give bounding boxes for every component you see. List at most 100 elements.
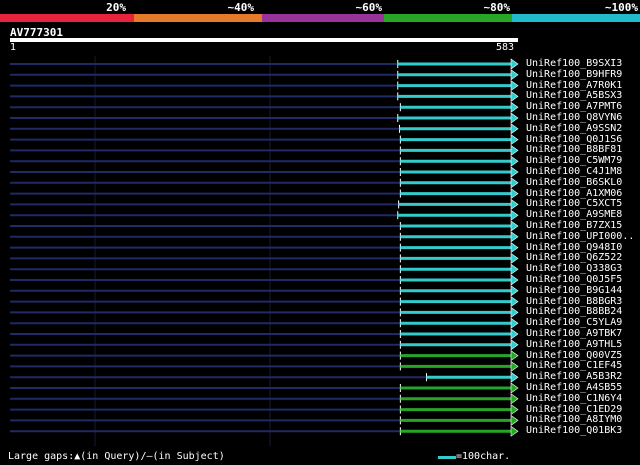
hit-label-link[interactable]: UniRef100_Q338G3 bbox=[526, 263, 622, 274]
hit-arrow-icon bbox=[510, 404, 519, 416]
hit-label-link[interactable]: UniRef100_B9SXI3 bbox=[526, 58, 622, 69]
hit-row[interactable] bbox=[10, 144, 519, 156]
hit-arrow-icon bbox=[510, 134, 519, 146]
hit-arrow-icon bbox=[510, 220, 519, 232]
hit-row[interactable] bbox=[10, 274, 519, 286]
hit-label-link[interactable]: UniRef100_Q8VYN6 bbox=[526, 112, 622, 123]
hit-label-link[interactable]: UniRef100_B7ZX15 bbox=[526, 220, 622, 231]
hit-label-link[interactable]: UniRef100_A8IYM0 bbox=[526, 414, 622, 425]
hit-label-link[interactable]: UniRef100_C1ED29 bbox=[526, 404, 622, 415]
hit-arrow-icon bbox=[510, 263, 519, 275]
hit-label-link[interactable]: UniRef100_A9TBK7 bbox=[526, 328, 622, 339]
hit-row[interactable] bbox=[10, 220, 519, 232]
hit-arrow-icon bbox=[510, 350, 519, 362]
hit-row[interactable] bbox=[10, 80, 519, 92]
hit-label-link[interactable]: UniRef100_B9G144 bbox=[526, 285, 622, 296]
hit-row[interactable] bbox=[10, 393, 519, 405]
hit-row[interactable] bbox=[10, 101, 519, 113]
hit-row[interactable] bbox=[10, 166, 519, 178]
hit-label-link[interactable]: UniRef100_Q01BK3 bbox=[526, 425, 622, 436]
hit-label-link[interactable]: UniRef100_A9THL5 bbox=[526, 339, 622, 350]
hit-row[interactable] bbox=[10, 414, 519, 426]
hit-arrow-icon bbox=[510, 123, 519, 135]
hit-arrow-icon bbox=[510, 90, 519, 102]
hit-row[interactable] bbox=[10, 371, 519, 383]
hit-label-link[interactable]: UniRef100_A4SB55 bbox=[526, 382, 622, 393]
hit-row[interactable] bbox=[10, 58, 519, 70]
hit-label-link[interactable]: UniRef100_A7PMT6 bbox=[526, 101, 622, 112]
hit-label-link[interactable]: UniRef100_C1EF45 bbox=[526, 360, 622, 371]
hit-arrow-icon bbox=[510, 101, 519, 113]
hit-label-link[interactable]: UniRef100_A5BSX3 bbox=[526, 90, 622, 101]
hit-row[interactable] bbox=[10, 242, 519, 254]
hit-row[interactable] bbox=[10, 339, 519, 351]
hit-label-link[interactable]: UniRef100_C4J1M8 bbox=[526, 166, 622, 177]
hit-row[interactable] bbox=[10, 328, 519, 340]
hit-row[interactable] bbox=[10, 155, 519, 167]
hit-row[interactable] bbox=[10, 425, 519, 437]
hit-arrow-icon bbox=[510, 317, 519, 329]
hit-arrow-icon bbox=[510, 198, 519, 210]
hit-arrow-icon bbox=[510, 414, 519, 426]
hit-arrow-icon bbox=[510, 209, 519, 221]
scale-swatch bbox=[438, 456, 456, 459]
hit-arrow-icon bbox=[510, 360, 519, 372]
hit-label-link[interactable]: UniRef100_Q6Z522 bbox=[526, 252, 622, 263]
hit-row[interactable] bbox=[10, 382, 519, 394]
hit-label-link[interactable]: UniRef100_B8BB24 bbox=[526, 306, 622, 317]
hit-label-link[interactable]: UniRef100_B8BF81 bbox=[526, 144, 622, 155]
hit-label-link[interactable]: UniRef100_C5WM79 bbox=[526, 155, 622, 166]
hit-row[interactable] bbox=[10, 112, 519, 124]
hit-row[interactable] bbox=[10, 252, 519, 264]
hit-row[interactable] bbox=[10, 123, 519, 135]
hit-row[interactable] bbox=[10, 350, 519, 362]
hit-label-link[interactable]: UniRef100_B6SKL0 bbox=[526, 177, 622, 188]
hit-label-link[interactable]: UniRef100_Q00VZ5 bbox=[526, 350, 622, 361]
hit-label-link[interactable]: UniRef100_A9SSN2 bbox=[526, 123, 622, 134]
hit-label-link[interactable]: UniRef100_A7R0K1 bbox=[526, 80, 622, 91]
hit-arrow-icon bbox=[510, 58, 519, 70]
hit-arrow-icon bbox=[510, 166, 519, 178]
hit-label-link[interactable]: UniRef100_Q948I0 bbox=[526, 242, 622, 253]
hit-label-link[interactable]: UniRef100_A5B3R2 bbox=[526, 371, 622, 382]
hit-arrow-icon bbox=[510, 242, 519, 254]
scale-legend: =100char. bbox=[456, 451, 511, 462]
hit-label-link[interactable]: UniRef100_A1XM06 bbox=[526, 188, 622, 199]
hit-row[interactable] bbox=[10, 360, 519, 372]
hit-arrow-icon bbox=[510, 371, 519, 383]
hit-arrow-icon bbox=[510, 252, 519, 264]
hit-label-link[interactable]: UniRef100_C5YLA9 bbox=[526, 317, 622, 328]
hit-label-link[interactable]: UniRef100_A9SME8 bbox=[526, 209, 622, 220]
hit-row[interactable] bbox=[10, 263, 519, 275]
hit-label-link[interactable]: UniRef100_Q0J5F5 bbox=[526, 274, 622, 285]
hit-row[interactable] bbox=[10, 404, 519, 416]
hit-arrow-icon bbox=[510, 177, 519, 189]
hit-row[interactable] bbox=[10, 231, 519, 243]
hit-row[interactable] bbox=[10, 209, 519, 221]
hit-row[interactable] bbox=[10, 188, 519, 200]
hit-row[interactable] bbox=[10, 198, 519, 210]
hit-label-link[interactable]: UniRef100_Q0J1S6 bbox=[526, 134, 622, 145]
hit-arrow-icon bbox=[510, 285, 519, 297]
hit-arrow-icon bbox=[510, 231, 519, 243]
hit-row[interactable] bbox=[10, 285, 519, 297]
hit-row[interactable] bbox=[10, 317, 519, 329]
hit-row[interactable] bbox=[10, 177, 519, 189]
hit-arrow-icon bbox=[510, 339, 519, 351]
hit-label-link[interactable]: UniRef100_C1N6Y4 bbox=[526, 393, 622, 404]
hit-arrow-icon bbox=[510, 144, 519, 156]
hit-label-link[interactable]: UniRef100_UPI000.. bbox=[526, 231, 634, 242]
hit-row[interactable] bbox=[10, 69, 519, 81]
gap-legend: Large gaps:▲(in Query)/–(in Subject) bbox=[8, 451, 225, 462]
hit-arrow-icon bbox=[510, 69, 519, 81]
hit-row[interactable] bbox=[10, 306, 519, 318]
hit-row[interactable] bbox=[10, 134, 519, 146]
hit-arrow-icon bbox=[510, 328, 519, 340]
hit-arrow-icon bbox=[510, 80, 519, 92]
hit-row[interactable] bbox=[10, 90, 519, 102]
hit-arrow-icon bbox=[510, 112, 519, 124]
hit-label-link[interactable]: UniRef100_B8BGR3 bbox=[526, 296, 622, 307]
hit-label-link[interactable]: UniRef100_C5XCT5 bbox=[526, 198, 622, 209]
hit-row[interactable] bbox=[10, 296, 519, 308]
hit-label-link[interactable]: UniRef100_B9HFR9 bbox=[526, 69, 622, 80]
